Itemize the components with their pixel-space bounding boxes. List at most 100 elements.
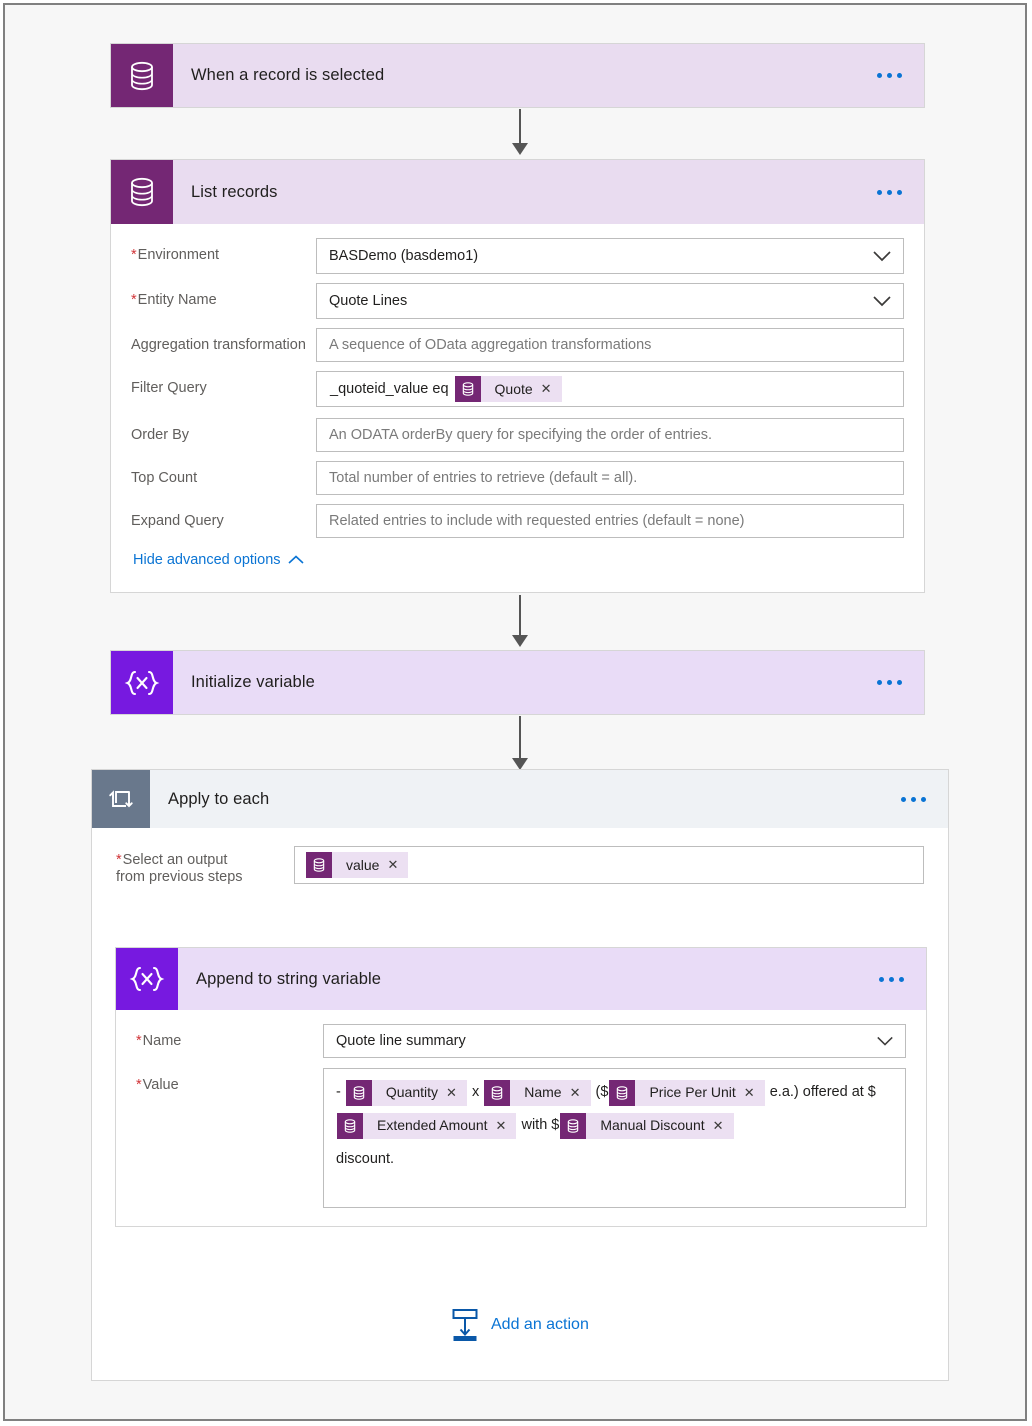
append-to-string-variable-title: Append to string variable [196,969,382,988]
insert-step-icon [450,1308,480,1342]
field-top-count: Top Count Total number of entries to ret… [131,461,904,495]
foreach-loop-icon [92,770,150,828]
token-remove-icon[interactable]: ✕ [387,852,408,878]
environment-dropdown[interactable]: BASDemo (basdemo1) [316,238,904,274]
cds-database-icon [454,376,481,402]
chevron-down-icon [876,1036,894,1047]
initialize-variable-more-options-button[interactable] [854,651,924,714]
token-label: Manual Discount [600,1117,705,1134]
variables-icon [111,651,173,714]
field-environment-label: *Environment [131,247,220,263]
environment-value: BASDemo (basdemo1) [329,248,479,264]
value-text-7: offered at $ [802,1084,876,1100]
expand-query-input[interactable]: Related entries to include with requeste… [316,504,904,538]
required-asterisk: * [136,1033,142,1049]
flow-step-trigger[interactable]: When a record is selected [110,43,925,108]
initialize-variable-header: Initialize variable [111,651,924,714]
field-entity-name-label: *Entity Name [131,292,217,308]
value-text-4: ($ [595,1084,609,1100]
variable-value-editor[interactable]: - Quantity ✕ x Name ✕ ($ Price Per Unit … [323,1068,906,1208]
append-to-string-variable-header: Append to string variable [116,948,926,1010]
cds-database-icon [560,1112,587,1139]
token-quantity[interactable]: Quantity ✕ [345,1079,467,1106]
chevron-down-icon [872,295,892,307]
initialize-variable-title: Initialize variable [191,673,315,691]
list-records-title: List records [191,182,278,201]
flow-step-apply-to-each[interactable]: Apply to each *Select an output from pre… [91,769,949,1381]
token-remove-icon[interactable]: ✕ [570,1080,591,1106]
entity-name-dropdown[interactable]: Quote Lines [316,283,904,319]
field-environment: *Environment BASDemo (basdemo1) [131,238,904,274]
apply-to-each-body: *Select an output from previous steps va… [92,828,948,886]
field-value-label: *Value [136,1077,179,1093]
filter-query-prefix-text: _quoteid_value eq [330,381,449,397]
field-aggregation-transformation: Aggregation transformation A sequence of… [131,328,904,362]
token-remove-icon[interactable]: ✕ [496,1113,517,1139]
cds-database-icon [609,1079,636,1106]
append-to-string-variable-form: * Name Quote line summary *Value - Quanti… [116,1010,926,1208]
field-top-count-label: Top Count [131,470,198,486]
token-label: value [346,857,380,873]
field-order-by-label: Order By [131,427,190,443]
token-remove-icon[interactable]: ✕ [541,376,562,402]
cds-database-icon [306,852,332,878]
token-label: Name [524,1084,562,1100]
cds-database-icon [111,44,173,107]
trigger-more-options-button[interactable] [854,44,924,107]
order-by-input[interactable]: An ODATA orderBy query for specifying th… [316,418,904,452]
value-text-11: discount. [336,1150,395,1167]
cds-database-icon [345,1079,372,1106]
field-entity-name: *Entity Name Quote Lines [131,283,904,319]
flow-step-list-records[interactable]: List records *Environment BASDemo (basde… [110,159,925,593]
field-expand-query: Expand Query Related entries to include … [131,504,904,538]
field-filter-query: Filter Query _quoteid_value eq Quote ✕ [131,371,904,407]
token-remove-icon[interactable]: ✕ [713,1113,734,1139]
field-filter-query-label: Filter Query [131,380,207,396]
apply-to-each-title: Apply to each [168,789,270,808]
append-to-string-variable-more-options-button[interactable] [856,948,926,1010]
token-quote[interactable]: Quote ✕ [454,376,562,402]
token-label: Price Per Unit [649,1084,736,1100]
apply-to-each-more-options-button[interactable] [878,770,948,828]
connector-arrow-1 [510,109,530,157]
connector-arrow-3 [510,716,530,774]
list-records-form: *Environment BASDemo (basdemo1) *Entity … [111,224,924,586]
list-records-header: List records [111,160,924,224]
hide-advanced-options-link[interactable]: Hide advanced options [131,552,904,568]
flow-step-append-to-string-variable[interactable]: Append to string variable *Name Quote li [115,947,927,1227]
token-price-per-unit[interactable]: Price Per Unit ✕ [609,1079,765,1106]
token-extended-amount[interactable]: Extended Amount ✕ [337,1112,517,1139]
select-output-label-line1: Select an output [122,852,228,868]
token-name[interactable]: Name ✕ [484,1079,591,1106]
token-remove-icon[interactable]: ✕ [446,1080,467,1106]
required-asterisk: * [131,247,137,263]
flow-designer-page: When a record is selected List records *… [3,3,1027,1421]
field-order-by: Order By An ODATA orderBy query for spec… [131,418,904,452]
apply-to-each-header: Apply to each [92,770,948,828]
token-remove-icon[interactable]: ✕ [744,1080,765,1106]
value-text-2: x [471,1084,480,1100]
top-count-input[interactable]: Total number of entries to retrieve (def… [316,461,904,495]
filter-query-input[interactable]: _quoteid_value eq Quote ✕ [316,371,904,407]
field-value: *Value - Quantity ✕ x Name ✕ ($ Price Pe… [136,1068,906,1208]
field-aggregation-transformation-label: Aggregation transformation [131,337,306,353]
select-output-label-line2: from previous steps [116,869,243,885]
token-manual-discount[interactable]: Manual Discount ✕ [560,1112,734,1139]
chevron-down-icon [872,250,892,262]
trigger-header: When a record is selected [111,44,924,107]
variable-name-value: Quote line summary [336,1033,466,1049]
cds-database-icon [111,160,173,224]
value-text-9: with $ [521,1117,560,1134]
select-output-input[interactable]: value ✕ [294,846,924,884]
value-text-0: - [336,1084,341,1100]
field-select-output: *Select an output from previous steps va… [116,846,924,886]
token-label: Extended Amount [377,1117,488,1134]
aggregation-transformation-input[interactable]: A sequence of OData aggregation transfor… [316,328,904,362]
add-an-action-button[interactable]: Add an action [450,1308,589,1342]
add-an-action-label: Add an action [491,1316,589,1333]
token-value[interactable]: value ✕ [306,852,409,878]
connector-arrow-2 [510,595,530,651]
variable-name-dropdown[interactable]: Quote line summary [323,1024,906,1058]
flow-step-initialize-variable[interactable]: Initialize variable [110,650,925,715]
list-records-more-options-button[interactable] [854,160,924,224]
